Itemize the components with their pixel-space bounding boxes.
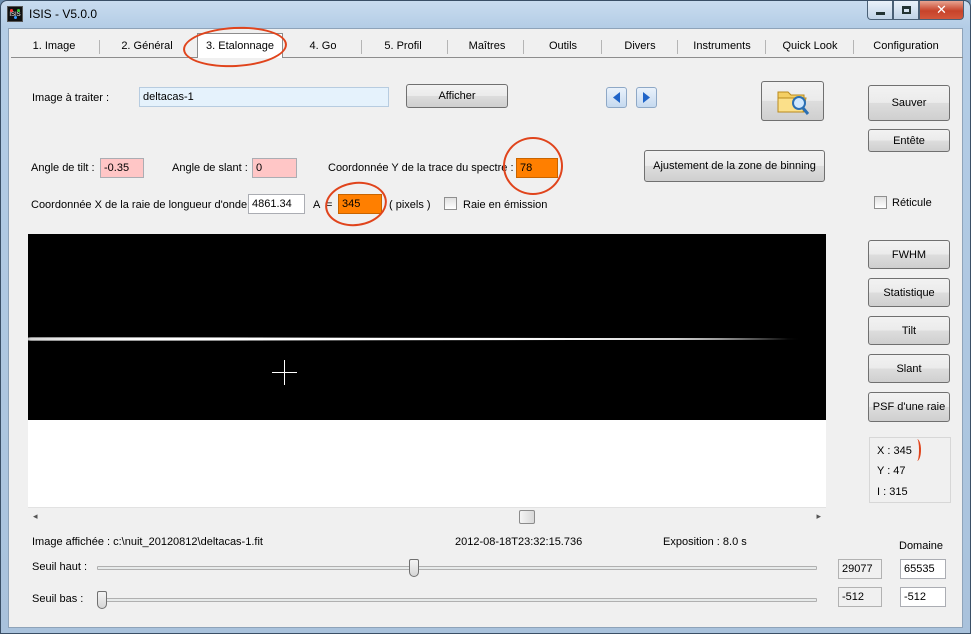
tab-separator [361,40,362,54]
tab-separator [765,40,766,54]
arrow-right-icon [643,92,650,103]
scroll-thumb[interactable] [519,510,535,524]
cursor-coordinates-panel: X : 345 Y : 47 I : 315 [869,437,951,503]
folder-search-icon [777,91,809,115]
app-window: ISIS ISIS - V5.0.0 ✕ 1. Image 2. Général… [0,0,971,634]
close-button[interactable]: ✕ [919,1,964,20]
equals-sign: = [326,199,333,211]
tab-underline [11,57,963,58]
cursor-x-value: X : 345 [877,445,912,457]
close-icon: ✕ [936,2,947,17]
tab-instruments[interactable]: Instruments [687,36,757,56]
arrow-left-icon [613,92,620,103]
window-title: ISIS - V5.0.0 [29,7,98,21]
annotation-mark-coordinates [913,439,921,461]
open-folder-button[interactable] [761,81,824,121]
low-threshold-slider-track[interactable] [97,598,817,602]
cursor-y-value: Y : 47 [877,465,906,477]
pixels-unit: ( pixels ) [389,199,431,211]
slant-angle-label: Angle de slant : [172,162,248,174]
emission-line-checkbox[interactable] [444,197,457,210]
domain-label: Domaine [899,540,944,552]
reticle-label: Réticule [892,197,932,209]
wavelength-input[interactable] [248,194,305,214]
angstrom-unit: A [313,199,321,211]
tab-maitres[interactable]: Maîtres [459,36,515,56]
header-button[interactable]: Entête [868,129,950,152]
minimize-icon [875,11,885,15]
show-button[interactable]: Afficher [406,84,508,108]
tab-image[interactable]: 1. Image [23,36,85,56]
cursor-intensity-value: I : 315 [877,486,908,498]
trace-y-input[interactable] [516,158,558,178]
tab-separator [601,40,602,54]
high-domain-input[interactable] [900,559,946,579]
emission-line-label: Raie en émission [463,199,548,211]
scroll-left-icon[interactable]: ◂ [33,511,38,522]
high-threshold-value [838,559,882,579]
low-domain-input[interactable] [900,587,946,607]
fwhm-button[interactable]: FWHM [868,240,950,269]
tab-outils[interactable]: Outils [539,36,587,56]
image-canvas-background [28,420,826,507]
tab-etalonnage[interactable]: 3. Etalonnage [197,33,283,58]
tab-separator [853,40,854,54]
main-panel: 1. Image 2. Général 3. Etalonnage 4. Go … [8,24,963,628]
trace-y-label: Coordonnée Y de la trace du spectre : [328,162,514,174]
slant-button[interactable]: Slant [868,354,950,383]
low-threshold-slider-thumb[interactable] [97,591,107,609]
tilt-angle-input[interactable] [100,158,144,178]
maximize-button[interactable] [893,1,919,20]
image-label: Image à traiter : [32,92,110,104]
wavelength-x-label: Coordonnée X de la raie de longueur d'on… [31,199,248,211]
tab-quick-look[interactable]: Quick Look [775,36,845,56]
psf-line-button[interactable]: PSF d'une raie [868,392,950,422]
horizontal-scrollbar[interactable]: ◂ ▸ [28,507,826,524]
tilt-button[interactable]: Tilt [868,316,950,345]
crosshair-icon [272,360,297,385]
previous-button[interactable] [606,87,627,108]
minimize-button[interactable] [867,1,893,20]
tab-general[interactable]: 2. Général [111,36,183,56]
caption-buttons: ✕ [867,1,964,20]
binning-adjust-button[interactable]: Ajustement de la zone de binning [644,150,825,182]
exposure-time: Exposition : 8.0 s [663,536,747,548]
tab-separator [523,40,524,54]
scroll-right-icon[interactable]: ▸ [816,511,821,522]
tab-configuration[interactable]: Configuration [863,36,949,56]
low-threshold-value [838,587,882,607]
displayed-image-path: Image affichée : c:\nuit_20120812\deltac… [32,536,263,548]
tilt-angle-label: Angle de tilt : [31,162,95,174]
save-button[interactable]: Sauver [868,85,950,121]
tab-divers[interactable]: Divers [615,36,665,56]
statistics-button[interactable]: Statistique [868,278,950,307]
spectrum-image-view[interactable] [28,234,826,420]
tab-profil[interactable]: 5. Profil [375,36,431,56]
tab-separator [99,40,100,54]
high-threshold-label: Seuil haut : [32,561,88,573]
high-threshold-slider-thumb[interactable] [409,559,420,577]
next-button[interactable] [636,87,657,108]
tab-bar: 1. Image 2. Général 3. Etalonnage 4. Go … [11,31,963,58]
tab-go[interactable]: 4. Go [303,36,343,56]
image-name-input[interactable] [139,87,389,107]
title-bar[interactable]: ISIS ISIS - V5.0.0 ✕ [1,1,970,27]
maximize-icon [901,6,911,14]
slant-angle-input[interactable] [252,158,297,178]
tab-separator [447,40,448,54]
observation-datetime: 2012-08-18T23:32:15.736 [455,536,583,548]
tab-separator [677,40,678,54]
reticle-checkbox[interactable] [874,196,887,209]
low-threshold-label: Seuil bas : [32,593,84,605]
spectrum-trace-core [28,338,788,340]
app-logo-icon: ISIS [7,6,23,22]
pixel-x-input[interactable] [338,194,382,214]
high-threshold-slider-track[interactable] [97,566,817,570]
